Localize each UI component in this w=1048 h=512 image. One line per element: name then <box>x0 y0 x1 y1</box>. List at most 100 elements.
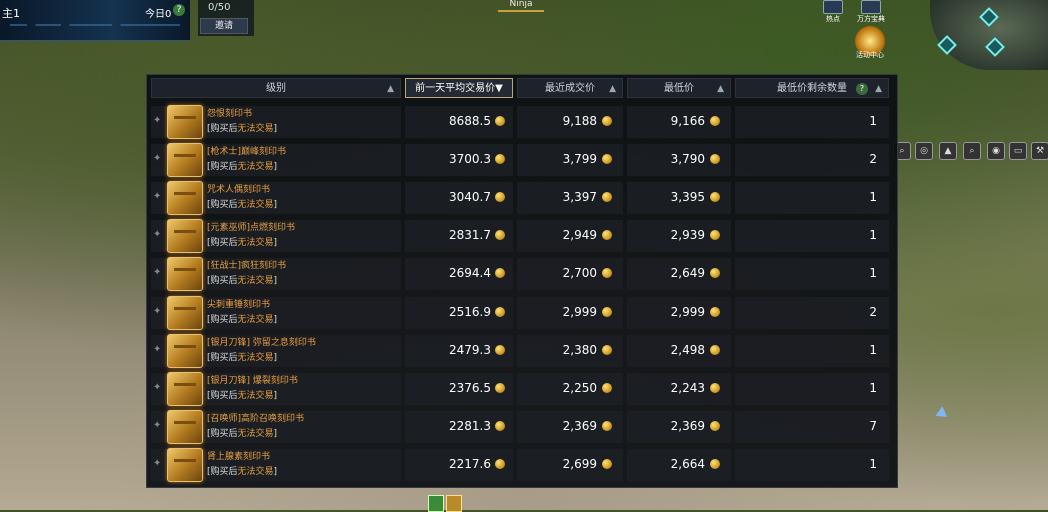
recent-price: 3,397 <box>562 190 597 205</box>
avg-price: 3040.7 <box>449 190 491 205</box>
minimap[interactable] <box>930 0 1048 70</box>
camera-icon[interactable]: ◉ <box>987 142 1005 160</box>
gold-coin-icon <box>495 116 505 126</box>
table-row[interactable]: ✦ [元素巫师]点燃刻印书 [购买后无法交易] 2831.7 2,949 2,939 1 <box>147 217 897 255</box>
chest-icon[interactable]: ▭ <box>1009 142 1027 160</box>
trade-restriction-note: [购买后无法交易] <box>207 312 277 325</box>
pin-icon[interactable]: ✦ <box>153 382 161 393</box>
item-name: [元素巫师]点燃刻印书 <box>207 223 296 234</box>
gold-coin-icon <box>710 306 720 317</box>
table-row[interactable]: ✦ 怨恨刻印书 [购买后无法交易] 8688.5 9,188 9,166 1 <box>147 103 897 141</box>
pin-icon[interactable]: ✦ <box>153 344 161 355</box>
help-icon[interactable]: ? <box>173 4 185 16</box>
buff-icon <box>446 495 462 512</box>
engraving-book-icon <box>167 257 203 292</box>
item-name: [枪术士]巅峰刻印书 <box>207 147 287 158</box>
event-center-label: 活动中心 <box>856 51 884 59</box>
header-grade[interactable]: 级别 ▲ <box>151 78 401 98</box>
gold-coin-icon <box>495 306 505 317</box>
gold-coin-icon <box>495 420 505 431</box>
pin-icon[interactable]: ✦ <box>153 229 161 240</box>
hotspot-button[interactable]: 热点 <box>815 0 851 24</box>
lowest-qty: 2 <box>869 304 877 319</box>
lowest-qty: 1 <box>869 190 877 205</box>
compass-icon[interactable]: ◎ <box>915 142 933 160</box>
recent-price: 2,700 <box>562 266 597 281</box>
note-prefix: 购买后 <box>210 428 238 439</box>
table-row[interactable]: ✦ [召唤师]高阶召唤刻印书 [购买后无法交易] 2281.3 2,369 2,369 7 <box>147 408 897 446</box>
note-restriction: 无法交易 <box>237 428 274 439</box>
hammer-icon[interactable]: ⚒ <box>1031 142 1048 160</box>
table-row[interactable]: ✦ [枪术士]巅峰刻印书 [购买后无法交易] 3700.3 3,799 3,790 2 <box>147 141 897 179</box>
trade-restriction-note: [购买后无法交易] <box>207 273 277 286</box>
note-prefix: 购买后 <box>210 466 238 477</box>
pin-icon[interactable]: ✦ <box>153 115 161 126</box>
header-avg-price[interactable]: 前一天平均交易价▼ <box>405 78 513 98</box>
recent-price: 2,999 <box>562 304 597 319</box>
pin-icon[interactable]: ✦ <box>153 267 161 278</box>
lowest-price: 2,243 <box>670 380 705 395</box>
trade-restriction-note: [购买后无法交易] <box>207 464 277 477</box>
help-icon[interactable]: ? <box>856 83 868 95</box>
pin-icon[interactable]: ✦ <box>153 153 161 164</box>
engraving-book-icon <box>167 105 203 139</box>
today-counter: 今日0 <box>145 9 172 20</box>
header-recent-price[interactable]: 最近成交价 ▲ <box>517 78 623 98</box>
engraving-book-icon <box>167 371 203 406</box>
pin-icon[interactable]: ✦ <box>153 420 161 431</box>
item-name: 肾上腺素刻印书 <box>207 451 271 462</box>
header-avg-price-label: 前一天平均交易价 <box>415 83 496 94</box>
pin-icon[interactable]: ✦ <box>153 306 161 317</box>
header-recent-price-label: 最近成交价 <box>545 83 595 94</box>
table-row[interactable]: ✦ [狂战士]疯狂刻印书 [购买后无法交易] 2694.4 2,700 2,649 1 <box>147 255 897 293</box>
pin-icon[interactable]: ✦ <box>153 458 161 469</box>
item-name: 怨恨刻印书 <box>207 109 253 119</box>
table-header: 级别 ▲ 前一天平均交易价▼ 最近成交价 ▲ 最低价 ▲ 最低价剩余数量 ? ▲ <box>147 75 897 101</box>
table-row[interactable]: ✦ 尖刺重锤刻印书 [购买后无法交易] 2516.9 2,999 2,999 2 <box>147 294 897 332</box>
header-lowest-qty[interactable]: 最低价剩余数量 ? ▲ <box>735 78 889 98</box>
avg-price: 2376.5 <box>449 380 491 395</box>
gold-coin-icon <box>495 458 505 469</box>
hotspot-icon <box>823 0 843 14</box>
lowest-price: 2,664 <box>670 456 705 471</box>
bracket-close: ] <box>273 428 278 439</box>
bracket-close: ] <box>273 238 278 249</box>
gold-coin-icon <box>602 344 612 355</box>
header-lowest-price[interactable]: 最低价 ▲ <box>627 78 731 98</box>
trade-restriction-note: [购买后无法交易] <box>207 121 277 134</box>
character-nameplate: Ninja <box>498 0 544 12</box>
engraving-book-icon <box>167 181 203 216</box>
lowest-qty: 1 <box>869 114 877 128</box>
invite-button[interactable]: 邀请 <box>200 18 248 34</box>
trade-restriction-note: [购买后无法交易] <box>207 197 277 210</box>
treasure-book-button[interactable]: 万方宝典 <box>853 0 889 24</box>
item-name: 咒术人偶刻印书 <box>207 185 271 196</box>
note-restriction: 无法交易 <box>237 124 274 134</box>
find-icon[interactable]: ⌕ <box>963 142 981 160</box>
table-row[interactable]: ✦ [银月刀锋] 爆裂刻印书 [购买后无法交易] 2376.5 2,250 2,243 1 <box>147 370 897 408</box>
lowest-price: 9,166 <box>670 114 705 128</box>
table-row[interactable]: ✦ 肾上腺素刻印书 [购买后无法交易] 2217.6 2,699 2,664 1 <box>147 446 897 484</box>
lowest-qty: 2 <box>869 152 877 167</box>
gold-coin-icon <box>602 306 612 317</box>
engraving-book-icon <box>167 219 203 254</box>
avg-price: 2516.9 <box>449 304 491 319</box>
header-lowest-qty-label: 最低价剩余数量 <box>777 83 847 94</box>
upload-icon[interactable]: ▲ <box>939 142 957 160</box>
lowest-qty: 1 <box>869 380 877 395</box>
table-row[interactable]: ✦ 咒术人偶刻印书 [购买后无法交易] 3040.7 3,397 3,395 1 <box>147 179 897 217</box>
engraving-book-icon <box>167 409 203 444</box>
mouse-cursor-icon <box>935 406 951 422</box>
gold-coin-icon <box>710 420 720 431</box>
gold-coin-icon <box>710 382 720 393</box>
engraving-book-icon <box>167 143 203 178</box>
table-row[interactable]: ✦ [银月刀锋] 弥留之息刻印书 [购买后无法交易] 2479.3 2,380 2,498… <box>147 332 897 370</box>
pin-icon[interactable]: ✦ <box>153 191 161 202</box>
trade-restriction-note: [购买后无法交易] <box>207 350 277 363</box>
header-lowest-price-label: 最低价 <box>664 83 694 94</box>
lowest-price: 2,498 <box>670 342 705 357</box>
quick-toolbar: ⌕ ◎ ▲ ⌕ ◉ ▭ ⚒ <box>893 140 1048 164</box>
avg-price: 2217.6 <box>449 456 491 471</box>
engraving-book-icon <box>167 333 203 368</box>
bracket-close: ] <box>273 276 278 287</box>
